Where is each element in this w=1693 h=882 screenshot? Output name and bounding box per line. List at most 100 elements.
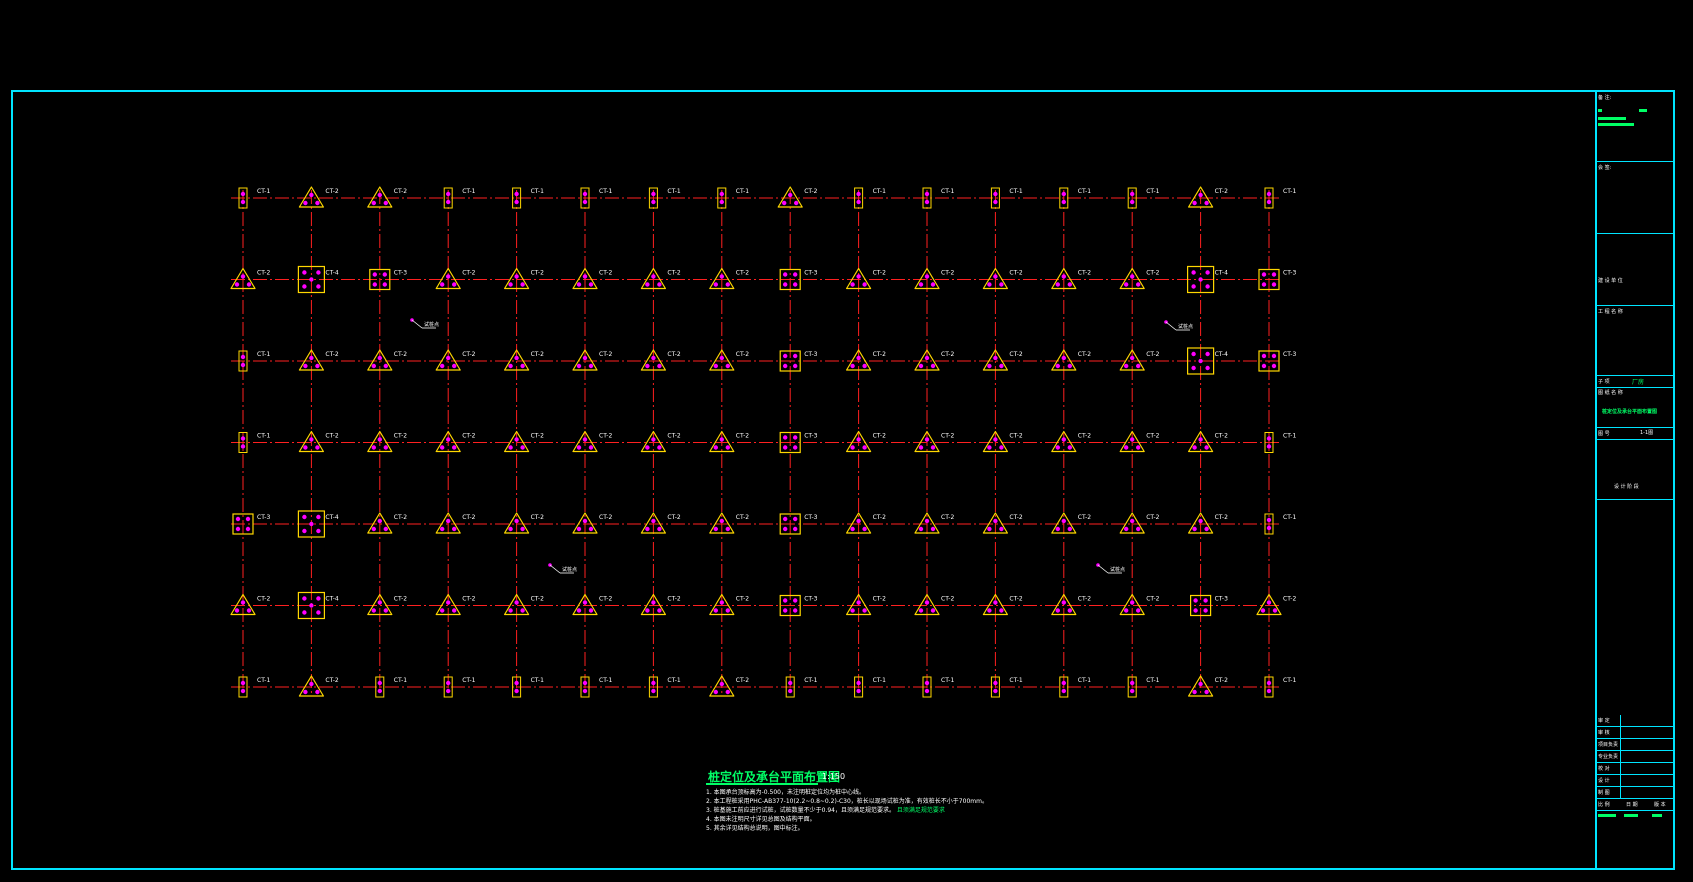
pile-dot — [645, 363, 650, 369]
pile-dot — [582, 355, 588, 361]
pile-dot — [1261, 363, 1267, 369]
pile-dot — [719, 199, 724, 205]
pile-dot — [382, 282, 387, 287]
pile-dot — [918, 282, 924, 287]
pile-dot — [514, 680, 519, 686]
cap-label: CT-4 — [1215, 270, 1228, 277]
drawing-name-value: 桩定位及承台平面布置图 — [1602, 409, 1658, 415]
cap-label: CT-2 — [667, 351, 680, 358]
cap-label: CT-2 — [599, 351, 612, 358]
pile-dot — [783, 526, 788, 532]
pile-dot — [520, 282, 525, 287]
pile-dot — [1198, 358, 1203, 364]
pile-dot — [651, 518, 656, 524]
pile-dot — [856, 600, 861, 605]
pile-dot — [1193, 608, 1198, 613]
approval-row: 校 对 — [1596, 763, 1674, 775]
pile-dot — [651, 191, 656, 197]
pile-dot — [514, 274, 519, 279]
pile-dot — [1266, 688, 1272, 694]
drawing-title-block: 桩定位及承台平面布置图 1:150 1. 本图承台顶标高为-0.500，未注明桩… — [706, 768, 1206, 833]
pile-dot — [1203, 608, 1208, 613]
construction-unit-label: 建 设 单 位 — [1598, 278, 1623, 284]
cap-label: CT-3 — [804, 514, 817, 521]
cap-label: CT-3 — [804, 351, 817, 358]
construction-unit-section: 建 设 单 位 — [1596, 233, 1674, 306]
cap-label: CT-2 — [1078, 514, 1091, 521]
pile-dot — [371, 608, 376, 613]
cap-label: CT-2 — [531, 596, 544, 603]
pile-dot — [788, 688, 793, 694]
cap-label: CT-2 — [462, 351, 475, 358]
pile-dot — [993, 600, 998, 605]
pile-dot — [1124, 282, 1129, 287]
pile-dot — [371, 200, 376, 206]
pile-dot — [999, 445, 1004, 450]
cap-label: CT-2 — [599, 270, 612, 277]
cap-label: CT-2 — [667, 596, 680, 603]
cap-label: CT-2 — [531, 433, 544, 440]
pile-dot — [999, 363, 1004, 369]
pile-dot — [651, 680, 656, 686]
cap-label: CT-2 — [531, 351, 544, 358]
pile-dot — [1067, 282, 1073, 287]
cap-label: CT-1 — [873, 677, 886, 684]
pile-dot — [1124, 526, 1129, 532]
pile-dot — [377, 437, 382, 442]
pile-dot — [371, 526, 376, 532]
pile-dot — [240, 600, 246, 605]
project-section: 工 程 名 称 — [1596, 305, 1674, 376]
pile-dot — [576, 282, 582, 287]
pile-dot — [930, 526, 936, 532]
approval-row: 审 定 — [1596, 715, 1674, 727]
pile-dot — [918, 608, 924, 613]
pile-dot — [440, 526, 445, 532]
pile-dot — [316, 610, 321, 615]
pile-dot — [382, 272, 387, 277]
cap-label: CT-1 — [1283, 514, 1296, 521]
pile-dot — [987, 282, 992, 287]
cap-label: CT-1 — [1009, 677, 1022, 684]
pile-dot — [1061, 274, 1067, 279]
pile-dot — [1136, 608, 1141, 613]
cap-label: CT-1 — [257, 677, 270, 684]
pile-dot — [719, 191, 724, 197]
pile-dot — [793, 526, 798, 532]
pile-dot — [1191, 365, 1196, 371]
cap-label: CT-1 — [257, 188, 270, 195]
cap-label: CT-2 — [1146, 514, 1159, 521]
pile-dot — [514, 199, 519, 205]
drawing-no-value: 1-1图 — [1640, 430, 1654, 436]
cap-label: CT-2 — [462, 596, 475, 603]
pile-dot — [993, 680, 998, 686]
pile-dot — [246, 282, 252, 287]
pile-dot — [508, 445, 513, 450]
pile-dot — [1192, 526, 1197, 532]
drawing-scale: 1:150 — [822, 772, 846, 781]
cap-label: CT-2 — [1215, 677, 1228, 684]
item-value: 厂房 — [1632, 379, 1645, 386]
cad-viewport[interactable]: CT-1 CT-2 CT-2 CT-1 CT-1 CT-1 CT-1 CT-1 CT-2 CT-1… — [0, 0, 1693, 882]
pile-dot — [713, 526, 718, 532]
pile-dot — [862, 526, 867, 532]
cap-label: CT-2 — [1009, 596, 1022, 603]
pile-dot — [245, 526, 251, 532]
pile-dot — [783, 608, 788, 613]
pile-dot — [719, 681, 724, 687]
pile-dot — [1061, 437, 1067, 442]
cap-label: CT-4 — [1215, 351, 1228, 358]
cap-label: CT-2 — [394, 188, 407, 195]
cap-label: CT-2 — [873, 433, 886, 440]
pile-dot — [856, 355, 861, 361]
signature-label: 会 签: — [1598, 165, 1612, 171]
pile-dot — [452, 282, 457, 287]
pile-dot — [371, 445, 376, 450]
pile-dot — [657, 445, 662, 450]
pile-dot — [514, 355, 519, 361]
pile-dot — [240, 362, 246, 368]
pile-dot — [924, 680, 930, 686]
pile-dot — [657, 282, 662, 287]
pile-dot — [383, 526, 388, 532]
drawing-no-label: 图 号 — [1598, 431, 1610, 437]
pile-dot — [1205, 284, 1210, 289]
